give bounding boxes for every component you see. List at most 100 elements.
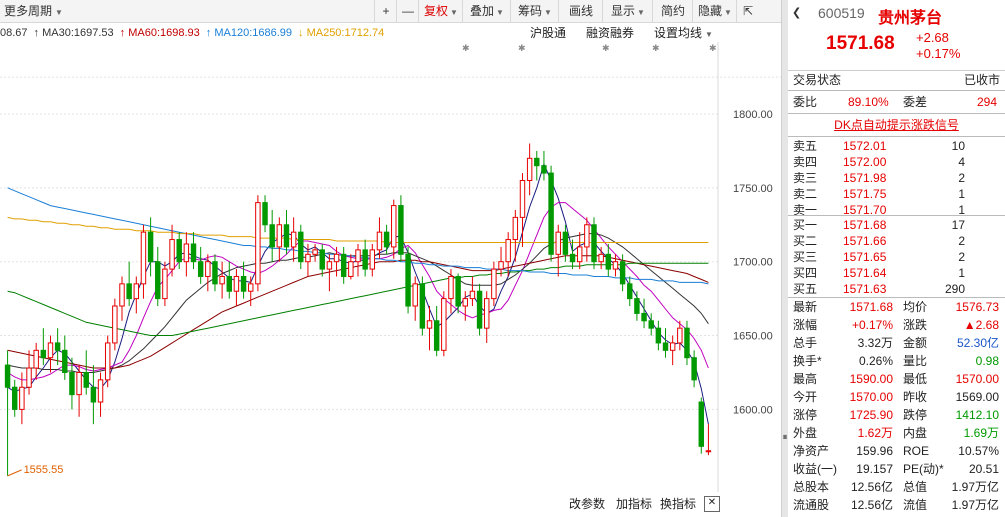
candle-body: [548, 172, 554, 255]
stat-row: 总手 3.32万 金额 52.30亿: [788, 334, 1005, 352]
candle-body: [426, 320, 433, 329]
stat-value: 1.97万亿: [951, 498, 999, 512]
candle-body: [555, 231, 561, 255]
candle-body: [340, 253, 347, 277]
stat-value: 20.51: [968, 462, 999, 476]
buys-row[interactable]: 买一 1571.68 17: [788, 217, 1005, 233]
buys-vol: 290: [944, 282, 965, 296]
candle-body: [348, 261, 354, 277]
candle-body: [598, 253, 604, 263]
toolbar-button-label: 显示: [611, 4, 636, 18]
toolbar-button[interactable]: ⇱: [736, 0, 759, 22]
candle-body: [534, 157, 540, 167]
stat-label: 总手: [793, 336, 818, 350]
buys-row[interactable]: 买四 1571.64 1: [788, 265, 1005, 281]
toolbar-button-label: —: [402, 4, 414, 18]
sells-row[interactable]: 卖五 1572.01 10: [788, 138, 1005, 154]
candle-body: [240, 275, 247, 292]
toolbar-button[interactable]: 画线: [558, 0, 603, 22]
toolbar-button[interactable]: 显示 ▼: [602, 0, 653, 22]
candle-body: [197, 261, 204, 277]
collapse-arrow-icon[interactable]: ❮: [792, 6, 801, 19]
buys-price: 1571.68: [843, 218, 887, 232]
min-marker-line: [7, 469, 22, 477]
buys-price: 1571.65: [843, 250, 887, 264]
candle-body: [469, 290, 476, 300]
stat-row: 总股本 12.56亿 总值 1.97万亿: [788, 478, 1005, 496]
stat-label: 跌停: [903, 408, 928, 422]
stat-label: 涨停: [793, 408, 818, 422]
candle-body: [484, 298, 490, 329]
stat-label: 总值: [903, 480, 928, 494]
close-icon[interactable]: ✕: [704, 496, 720, 512]
sells-price: 1572.00: [843, 155, 887, 169]
indicator-links: 改参数 加指标 换指标 ✕: [0, 495, 781, 513]
candle-body: [405, 253, 411, 307]
stat-row: 最高 1590.00 最低 1570.00: [788, 370, 1005, 388]
toolbar-button-label: 隐藏: [698, 4, 723, 18]
toolbar-button[interactable]: —: [396, 0, 419, 22]
marker-icon: ✱: [709, 43, 717, 53]
buys-label: 买四: [793, 266, 818, 280]
buys-row[interactable]: 买五 1571.63 290: [788, 281, 1005, 297]
buys-label: 买一: [793, 218, 818, 232]
dk-signal-link[interactable]: DK点自动提示涨跌信号: [834, 118, 959, 132]
buys-label: 买三: [793, 250, 818, 264]
stat-value: 0.98: [975, 354, 999, 368]
ma-settings-link[interactable]: 设置均线 ▼: [654, 24, 713, 44]
price-change-pct: +0.17%: [916, 46, 961, 61]
stat-row: 收益(一) 19.157 PE(动)* 20.51: [788, 460, 1005, 478]
candle-body: [90, 386, 97, 403]
hgt-link[interactable]: 沪股通: [530, 24, 566, 42]
stock-name: 贵州茅台: [878, 10, 943, 27]
candle-body: [305, 253, 311, 263]
ma-settings-label: 设置均线: [654, 26, 703, 40]
candle-body: [162, 268, 168, 300]
more-periods-dropdown[interactable]: 更多周期 ▼: [0, 0, 63, 22]
candle-body: [362, 249, 368, 270]
sells-row[interactable]: 卖四 1572.00 4: [788, 154, 1005, 170]
sells-row[interactable]: 卖三 1571.98 2: [788, 170, 1005, 186]
candle-body: [183, 243, 190, 263]
toolbar-button[interactable]: 筹码 ▼: [510, 0, 559, 22]
sells-label: 卖三: [793, 171, 818, 185]
buys-row[interactable]: 买三 1571.65 2: [788, 249, 1005, 265]
marker-icon: ✱: [518, 43, 526, 53]
toolbar-button[interactable]: 简约: [652, 0, 693, 22]
buys-label: 买二: [793, 234, 818, 248]
candle-body: [133, 283, 140, 300]
candle-body: [655, 327, 662, 344]
stat-value: 159.96: [856, 444, 893, 458]
candle-body: [705, 450, 712, 453]
candle-body: [526, 157, 533, 181]
stat-label: 涨跌: [903, 318, 928, 332]
switch-indicator-link[interactable]: 换指标: [660, 495, 696, 513]
trading-status-label: 交易状态: [793, 73, 842, 87]
candle-body: [355, 249, 361, 263]
sells-vol: 10: [951, 139, 965, 153]
chevron-down-icon: ▼: [55, 8, 63, 17]
toolbar-button[interactable]: +: [374, 0, 397, 22]
candle-body: [47, 342, 54, 359]
toolbar-button[interactable]: 叠加 ▼: [462, 0, 511, 22]
stat-label: 净资产: [793, 444, 830, 458]
buys-row[interactable]: 买二 1571.66 2: [788, 233, 1005, 249]
change-params-link[interactable]: 改参数: [569, 495, 605, 513]
stat-value: 19.157: [856, 462, 893, 476]
sells-label: 卖二: [793, 187, 818, 201]
sells-price: 1571.98: [843, 171, 887, 185]
sells-row[interactable]: 卖二 1571.75 1: [788, 186, 1005, 202]
stat-label: 换手*: [793, 354, 822, 368]
weibi-label: 委比: [793, 95, 818, 109]
candlestick-chart[interactable]: 1800.00 1750.00 1700.00 1650.00 1600.00 ✱ ✱ ✱ ✱ ✱…: [0, 42, 781, 492]
kline-chart-area[interactable]: 更多周期 ▼ + — 复权 ▼ 叠加 ▼ 筹码 ▼ 画线 显示 ▼ 简约 隐藏 ▼ ⇱ 08.67 ↑ MA30…: [0, 0, 781, 517]
candle-body: [69, 371, 75, 396]
toolbar-button[interactable]: 隐藏 ▼: [692, 0, 737, 22]
margin-trading-link[interactable]: 融资融券: [586, 24, 634, 42]
candle-body: [448, 275, 454, 300]
add-indicator-link[interactable]: 加指标: [616, 495, 652, 513]
toolbar-button-label: 简约: [660, 4, 685, 18]
toolbar-button[interactable]: 复权 ▼: [418, 0, 463, 22]
candle-body: [476, 290, 483, 329]
candle-body: [140, 231, 147, 285]
